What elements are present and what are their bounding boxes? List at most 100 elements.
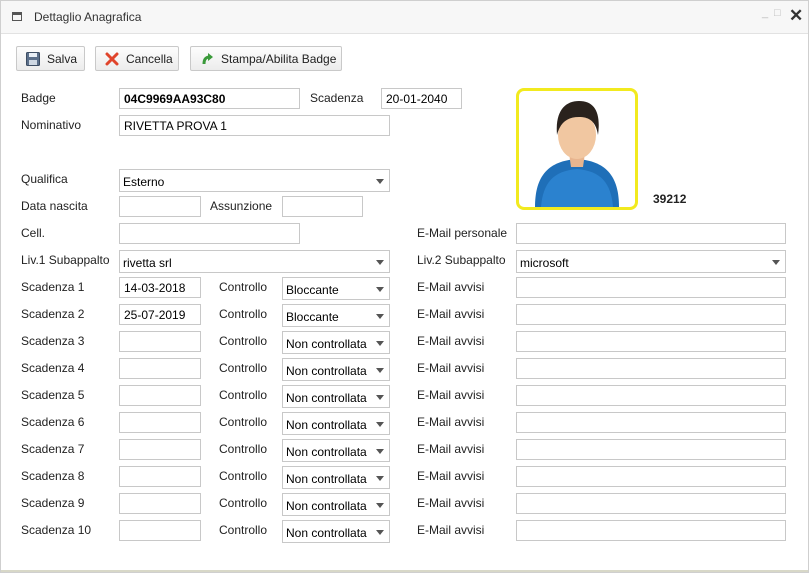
liv2-label: Liv.2 Subappalto [417, 253, 506, 267]
controllo-select[interactable]: Non controllata [282, 412, 390, 435]
controllo-value: Non controllata [286, 418, 367, 432]
nominativo-field[interactable]: RIVETTA PROVA 1 [119, 115, 390, 136]
controllo-value: Non controllata [286, 364, 367, 378]
controllo-label: Controllo [219, 280, 268, 294]
email-avvisi-field[interactable] [516, 385, 786, 406]
scadenza-date-field[interactable]: 14-03-2018 [119, 277, 201, 298]
chevron-down-icon [376, 314, 384, 319]
badge-field[interactable]: 04C9969AA93C80 [119, 88, 300, 109]
chevron-down-icon [772, 260, 780, 265]
email-avvisi-label: E-Mail avvisi [417, 280, 485, 294]
chevron-down-icon [376, 530, 384, 535]
controllo-value: Bloccante [286, 310, 339, 324]
scadenza-row-label: Scadenza 6 [21, 415, 85, 429]
liv2-select[interactable]: microsoft [516, 250, 786, 273]
scadenza-label: Scadenza [310, 91, 364, 105]
email-avvisi-field[interactable] [516, 520, 786, 541]
data-nascita-label: Data nascita [21, 199, 88, 213]
controllo-label: Controllo [219, 496, 268, 510]
scadenza-field[interactable]: 20-01-2040 [381, 88, 462, 109]
scadenza-row-label: Scadenza 5 [21, 388, 85, 402]
window-icon [12, 12, 22, 21]
controllo-select[interactable]: Non controllata [282, 439, 390, 462]
save-button[interactable]: Salva [16, 46, 85, 71]
email-personale-field[interactable] [516, 223, 786, 244]
controllo-select[interactable]: Non controllata [282, 520, 390, 543]
email-avvisi-field[interactable] [516, 304, 786, 325]
chevron-down-icon [376, 368, 384, 373]
close-icon[interactable]: ✕ [789, 6, 803, 26]
scadenza-date-field[interactable] [119, 520, 201, 541]
controllo-select[interactable]: Bloccante [282, 277, 390, 300]
maximize-icon[interactable]: □ [774, 7, 781, 19]
chevron-down-icon [376, 503, 384, 508]
scadenza-row-label: Scadenza 1 [21, 280, 85, 294]
email-avvisi-label: E-Mail avvisi [417, 442, 485, 456]
email-avvisi-field[interactable] [516, 277, 786, 298]
scadenza-date-field[interactable] [119, 439, 201, 460]
scadenza-date-field[interactable] [119, 358, 201, 379]
controllo-select[interactable]: Non controllata [282, 466, 390, 489]
email-avvisi-label: E-Mail avvisi [417, 496, 485, 510]
chevron-down-icon [376, 260, 384, 265]
nominativo-label: Nominativo [21, 118, 82, 132]
scadenza-row-label: Scadenza 3 [21, 334, 85, 348]
scadenza-date-field[interactable] [119, 412, 201, 433]
scadenza-date-field[interactable] [119, 331, 201, 352]
detail-window: Dettaglio Anagrafica _ □ ✕ Salva Cancell… [0, 0, 809, 573]
email-avvisi-label: E-Mail avvisi [417, 361, 485, 375]
controllo-select[interactable]: Non controllata [282, 358, 390, 381]
chevron-down-icon [376, 449, 384, 454]
controllo-select[interactable]: Non controllata [282, 493, 390, 516]
qualifica-value: Esterno [123, 175, 165, 189]
chevron-down-icon [376, 341, 384, 346]
save-label: Salva [47, 51, 78, 66]
qualifica-select[interactable]: Esterno [119, 169, 390, 192]
scadenza-date-field[interactable] [119, 385, 201, 406]
cancel-label: Cancella [126, 51, 173, 66]
liv1-label: Liv.1 Subappalto [21, 253, 110, 267]
email-avvisi-field[interactable] [516, 358, 786, 379]
controllo-select[interactable]: Bloccante [282, 304, 390, 327]
controllo-select[interactable]: Non controllata [282, 331, 390, 354]
user-avatar-icon [535, 101, 619, 207]
controllo-label: Controllo [219, 388, 268, 402]
scadenza-date-field[interactable] [119, 466, 201, 487]
assunzione-field[interactable] [282, 196, 363, 217]
cell-field[interactable] [119, 223, 300, 244]
email-avvisi-field[interactable] [516, 466, 786, 487]
controllo-value: Non controllata [286, 391, 367, 405]
qualifica-label: Qualifica [21, 172, 68, 186]
print-enable-badge-button[interactable]: Stampa/Abilita Badge [190, 46, 342, 71]
scadenza-row-label: Scadenza 10 [21, 523, 92, 537]
liv1-value: rivetta srl [123, 256, 172, 270]
cancel-button[interactable]: Cancella [95, 46, 179, 71]
minimize-icon[interactable]: _ [762, 7, 768, 19]
bottom-border [1, 570, 808, 572]
scadenza-date-field[interactable] [119, 493, 201, 514]
email-avvisi-label: E-Mail avvisi [417, 307, 485, 321]
email-avvisi-field[interactable] [516, 493, 786, 514]
data-nascita-field[interactable] [119, 196, 201, 217]
controllo-value: Non controllata [286, 337, 367, 351]
email-avvisi-field[interactable] [516, 412, 786, 433]
user-photo[interactable] [516, 88, 638, 210]
email-avvisi-field[interactable] [516, 439, 786, 460]
scadenza-date-field[interactable]: 25-07-2019 [119, 304, 201, 325]
controllo-label: Controllo [219, 469, 268, 483]
controllo-value: Non controllata [286, 472, 367, 486]
email-avvisi-field[interactable] [516, 331, 786, 352]
chevron-down-icon [376, 179, 384, 184]
controllo-select[interactable]: Non controllata [282, 385, 390, 408]
scadenza-row-label: Scadenza 7 [21, 442, 85, 456]
controllo-label: Controllo [219, 361, 268, 375]
title-bar[interactable]: Dettaglio Anagrafica _ □ ✕ [1, 1, 808, 34]
controllo-value: Non controllata [286, 445, 367, 459]
chevron-down-icon [376, 422, 384, 427]
controllo-value: Bloccante [286, 283, 339, 297]
email-avvisi-label: E-Mail avvisi [417, 415, 485, 429]
liv1-select[interactable]: rivetta srl [119, 250, 390, 273]
window-title: Dettaglio Anagrafica [34, 10, 142, 24]
email-avvisi-label: E-Mail avvisi [417, 523, 485, 537]
cancel-x-icon [104, 51, 120, 67]
